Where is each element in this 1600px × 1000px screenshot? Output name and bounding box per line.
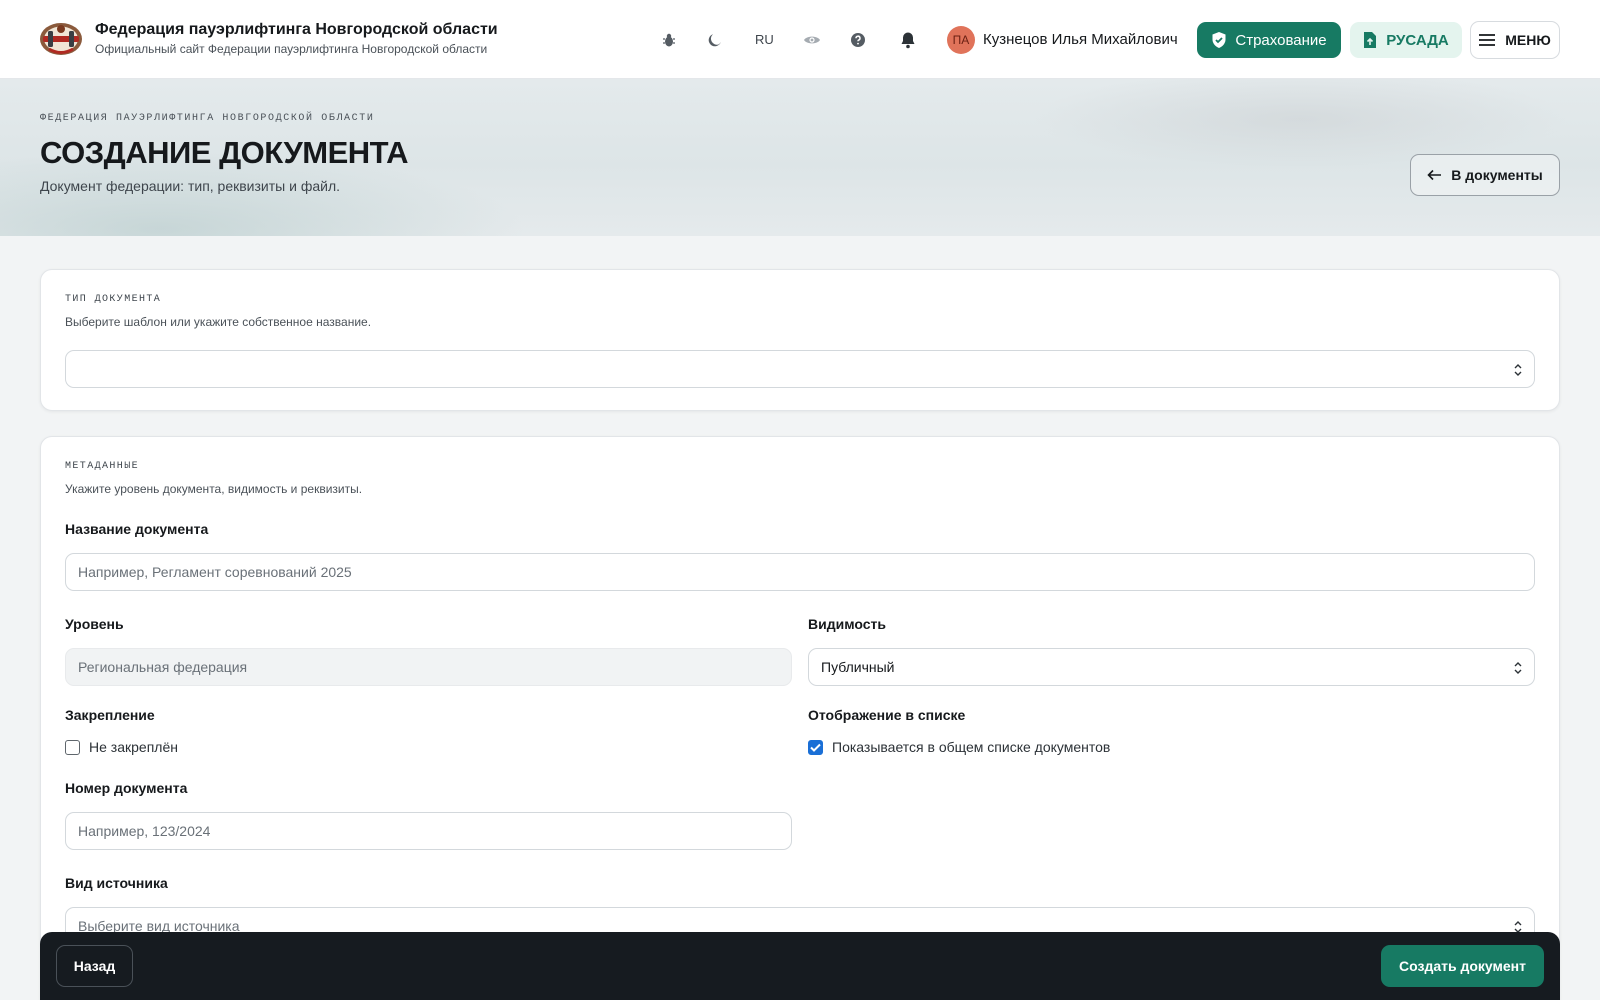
visibility-select[interactable]: Публичный <box>808 648 1535 686</box>
section-label-metadata: МЕТАДАННЫЕ <box>65 461 140 472</box>
rusada-label: РУСАДА <box>1386 31 1449 49</box>
list-display-label: Отображение в списке <box>808 707 966 723</box>
pin-checkbox-row[interactable]: Не закреплён <box>65 739 178 755</box>
federation-logo[interactable] <box>39 20 83 58</box>
page-subtitle: Документ федерации: тип, реквизиты и фай… <box>40 178 341 194</box>
user-name[interactable]: Кузнецов Илья Михайлович <box>983 31 1178 48</box>
pin-checkbox-label: Не закреплён <box>89 739 178 755</box>
create-document-button[interactable]: Создать документ <box>1381 945 1544 987</box>
language-switch[interactable]: RU <box>755 32 774 47</box>
insurance-button[interactable]: Страхование <box>1197 22 1341 58</box>
dark-mode-moon-icon[interactable] <box>703 28 727 52</box>
hamburger-icon <box>1479 34 1496 46</box>
chevron-updown-icon <box>1514 662 1522 674</box>
hero-eyebrow: ФЕДЕРАЦИЯ ПАУЭРЛИФТИНГА НОВГОРОДСКОЙ ОБЛ… <box>40 113 375 124</box>
level-input <box>65 648 792 686</box>
section-label-document-type: ТИП ДОКУМЕНТА <box>65 294 162 305</box>
source-type-label: Вид источника <box>65 875 168 891</box>
level-label: Уровень <box>65 616 124 632</box>
visibility-label: Видимость <box>808 616 886 632</box>
shield-check-icon <box>1212 32 1226 48</box>
document-name-label: Название документа <box>65 521 209 537</box>
notifications-bell-icon[interactable] <box>896 28 920 52</box>
section-help-metadata: Укажите уровень документа, видимость и р… <box>65 482 363 496</box>
insurance-label: Страхование <box>1235 31 1327 49</box>
metadata-card: МЕТАДАННЫЕ Укажите уровень документа, ви… <box>40 436 1560 1000</box>
site-title[interactable]: Федерация пауэрлифтинга Новгородской обл… <box>95 21 498 39</box>
back-to-documents-button[interactable]: В документы <box>1410 154 1560 196</box>
document-type-card: ТИП ДОКУМЕНТА Выберите шаблон или укажит… <box>40 269 1560 411</box>
pin-checkbox[interactable] <box>65 739 80 755</box>
pin-label: Закрепление <box>65 707 155 723</box>
visibility-value: Публичный <box>821 659 895 675</box>
form-action-bar: Назад Создать документ <box>40 932 1560 1000</box>
rusada-button[interactable]: РУСАДА <box>1350 22 1462 58</box>
bug-icon[interactable] <box>657 28 681 52</box>
checkmark-icon <box>810 743 821 752</box>
document-number-input[interactable] <box>65 812 792 850</box>
menu-label: МЕНЮ <box>1505 32 1551 48</box>
back-to-documents-label: В документы <box>1451 167 1543 183</box>
site-subtitle: Официальный сайт Федерации пауэрлифтинга… <box>95 42 488 56</box>
document-upload-icon <box>1364 32 1377 48</box>
help-icon[interactable] <box>846 28 870 52</box>
user-avatar[interactable]: ПА <box>947 26 975 54</box>
section-help-document-type: Выберите шаблон или укажите собственное … <box>65 315 372 329</box>
eye-accessibility-icon[interactable] <box>800 28 824 52</box>
list-display-checkbox-row[interactable]: Показывается в общем списке документов <box>808 739 1110 755</box>
chevron-updown-icon <box>1514 364 1522 376</box>
page-title: СОЗДАНИЕ ДОКУМЕНТА <box>40 135 409 170</box>
document-type-select[interactable] <box>65 350 1535 388</box>
back-button[interactable]: Назад <box>56 945 133 987</box>
top-header: Федерация пауэрлифтинга Новгородской обл… <box>0 0 1600 79</box>
list-display-checkbox[interactable] <box>808 739 823 755</box>
document-name-input[interactable] <box>65 553 1535 591</box>
list-display-checkbox-label: Показывается в общем списке документов <box>832 739 1111 755</box>
arrow-left-icon <box>1427 169 1442 181</box>
menu-button[interactable]: МЕНЮ <box>1470 21 1560 59</box>
document-number-label: Номер документа <box>65 780 188 796</box>
